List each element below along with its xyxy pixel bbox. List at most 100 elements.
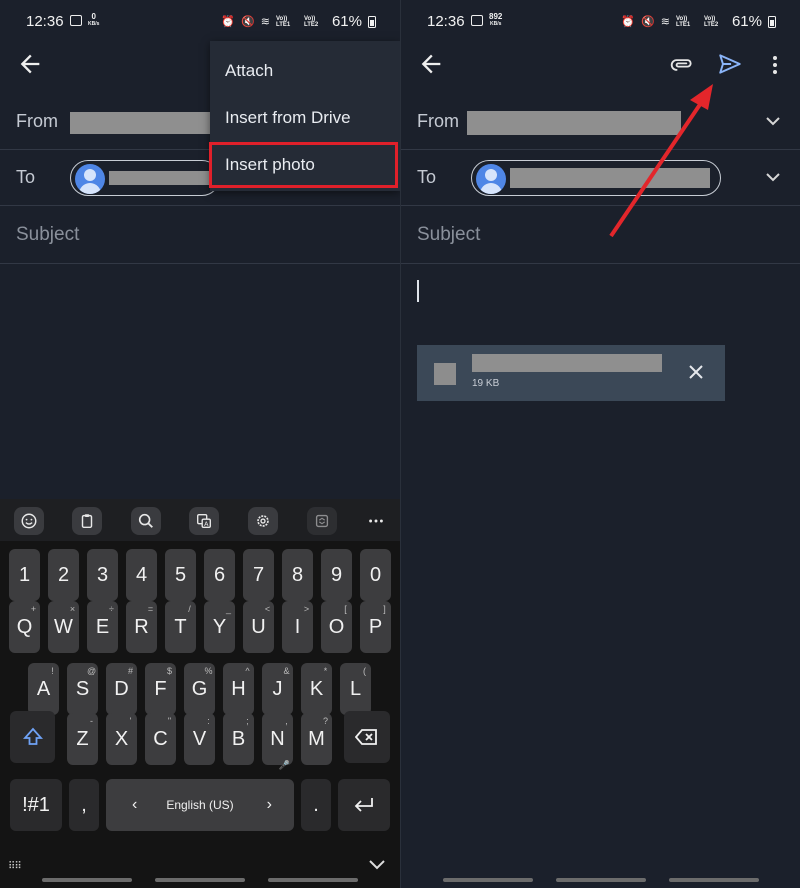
key-z[interactable]: Z- [67,713,98,765]
chevron-down-icon[interactable] [766,116,780,126]
emoji-icon[interactable] [14,507,44,535]
period-key[interactable]: . [301,779,331,831]
key-8[interactable]: 8 [282,549,313,601]
key-n[interactable]: N, [262,713,293,765]
key-a[interactable]: A! [28,663,59,715]
file-size: 19 KB [472,378,500,389]
key-f[interactable]: F $ [145,663,176,715]
backspace-key[interactable] [344,711,390,763]
key-label: N [270,728,285,750]
from-label: From [16,111,58,131]
back-arrow-icon[interactable] [16,50,44,78]
svg-text:A: A [204,521,209,528]
nav-gesture-bar [268,878,358,882]
key-5[interactable]: 5 [165,549,196,601]
menu-item-insert-photo[interactable]: Insert photo [209,142,398,188]
status-left-icons: 0 KB/s [70,13,99,27]
comma-key[interactable]: , [69,779,99,831]
key-4[interactable]: 4 [126,549,157,601]
key-secondary-symbol: + [30,604,37,614]
from-row[interactable]: From [401,94,800,150]
key-7[interactable]: 7 [243,549,274,601]
key-secondary-symbol: > [303,604,310,614]
menu-item-attach[interactable]: Attach [210,48,400,94]
key-i[interactable]: I > [282,601,313,653]
key-l[interactable]: L( [340,663,371,715]
nav-gesture-bar [443,878,533,882]
redacted-recipient [510,168,710,188]
attachment-card[interactable]: 19 KB [417,345,725,401]
clipboard-icon[interactable] [72,507,102,535]
key-label: B [231,728,246,750]
subject-row[interactable]: Subject [401,206,800,264]
key-label: 4 [135,564,148,586]
key-secondary-symbol: " [167,716,172,726]
settings-gear-icon[interactable] [248,507,278,535]
key-c[interactable]: C " [145,713,176,765]
key-v[interactable]: V: [184,713,215,765]
key-secondary-symbol: & [283,666,290,676]
key-secondary-symbol: ; [246,716,249,726]
hide-keyboard-chevron-icon[interactable] [369,860,385,870]
key-s[interactable]: S @ [67,663,98,715]
key-q[interactable]: Q + [9,601,40,653]
key-h[interactable]: H ^ [223,663,254,715]
key-d[interactable]: D # [106,663,137,715]
key-j[interactable]: J & [262,663,293,715]
shift-key[interactable] [10,711,55,763]
key-9[interactable]: 9 [321,549,352,601]
key-label: 2 [57,564,70,586]
key-1[interactable]: 1 [9,549,40,601]
key-g[interactable]: G% [184,663,215,715]
key-0[interactable]: 0 [360,549,391,601]
key-2[interactable]: 2 [48,549,79,601]
more-vertical-icon[interactable] [765,52,785,78]
key-label: A [36,678,51,700]
key-t[interactable]: T / [165,601,196,653]
key-e[interactable]: E ÷ [87,601,118,653]
network-speed: 0 KB/s [88,12,100,28]
key-o[interactable]: O[ [321,601,352,653]
key-p[interactable]: P] [360,601,391,653]
mute-icon: 🔇 [641,16,655,28]
key-label: Y [212,616,227,638]
key-label: K [309,678,324,700]
spacebar-key[interactable]: ‹ English (US) › 🎤 [106,761,294,831]
subject-input[interactable]: Subject [417,224,480,246]
search-icon[interactable] [131,507,161,535]
keyboard-grid-icon[interactable]: ⠿⠿ [8,861,22,872]
enter-key[interactable] [338,779,390,831]
nav-gesture-bar [669,878,759,882]
key-3[interactable]: 3 [87,549,118,601]
send-icon[interactable] [717,50,743,78]
translate-icon[interactable]: A [189,507,219,535]
chevron-down-icon[interactable] [766,172,780,182]
mode-switch-icon[interactable] [307,507,337,535]
key-y[interactable]: Y _ [204,601,235,653]
key-u[interactable]: U < [243,601,274,653]
attachment-clip-icon[interactable] [669,52,695,78]
key-6[interactable]: 6 [204,549,235,601]
more-options-icon[interactable] [361,507,391,535]
to-row[interactable]: To [401,150,800,206]
symbols-key[interactable]: !#1 [10,779,62,831]
key-m[interactable]: M? [301,713,332,765]
key-r[interactable]: R = [126,601,157,653]
key-secondary-symbol: $ [166,666,172,676]
key-label: H [231,678,246,700]
recipient-chip[interactable] [70,160,220,196]
remove-attachment-close-icon[interactable] [687,363,705,381]
key-w[interactable]: W × [48,601,79,653]
back-arrow-icon[interactable] [417,50,445,78]
key-label: G [191,678,208,700]
recipient-chip[interactable] [471,160,721,196]
subject-row[interactable]: Subject [0,206,400,264]
subject-input[interactable]: Subject [16,224,79,246]
key-secondary-symbol: ÷ [109,604,114,614]
key-label: X [114,728,129,750]
menu-item-insert-from-drive[interactable]: Insert from Drive [210,95,400,141]
key-k[interactable]: K * [301,663,332,715]
app-bar [401,42,800,88]
key-b[interactable]: B; [223,713,254,765]
key-x[interactable]: X ' [106,713,137,765]
